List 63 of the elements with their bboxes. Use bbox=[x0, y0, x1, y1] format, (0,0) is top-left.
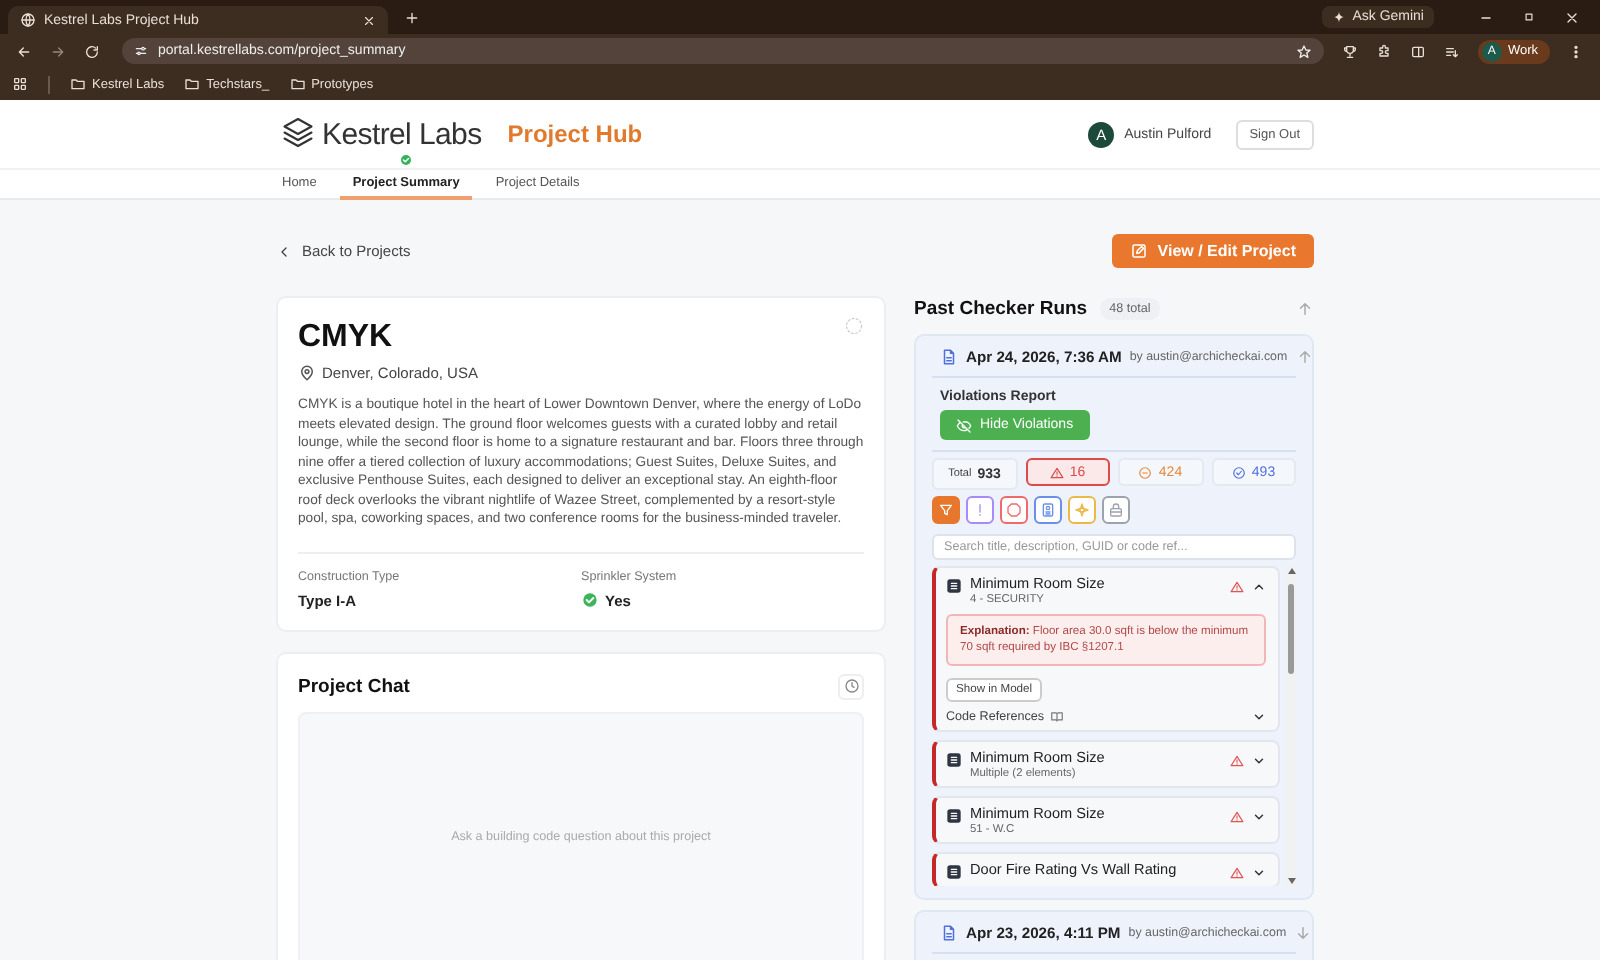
warning-icon bbox=[1049, 465, 1064, 479]
chevron-up-icon[interactable] bbox=[1252, 580, 1266, 594]
status-check-icon bbox=[400, 154, 413, 166]
hexagon-stack-logo bbox=[280, 116, 316, 152]
eye-off-icon bbox=[956, 417, 972, 433]
list-icon[interactable] bbox=[1443, 43, 1460, 59]
restore-icon[interactable] bbox=[1522, 10, 1536, 24]
warning-icon bbox=[1230, 754, 1244, 768]
book-icon bbox=[1050, 710, 1065, 724]
category-filter[interactable] bbox=[966, 496, 994, 524]
warning-icon bbox=[1230, 580, 1244, 594]
chevron-down-icon[interactable] bbox=[1252, 810, 1266, 824]
folder-icon bbox=[289, 76, 306, 92]
chevron-left-icon bbox=[276, 243, 292, 259]
forward-icon[interactable] bbox=[50, 43, 66, 59]
panel-title: Past Checker Runs bbox=[914, 298, 1088, 320]
warning-icon bbox=[1230, 866, 1244, 880]
diamond-star-icon bbox=[1074, 502, 1090, 518]
tune-icon bbox=[134, 44, 148, 58]
chevron-down-icon[interactable] bbox=[1252, 710, 1266, 724]
chevron-down-icon[interactable] bbox=[1252, 754, 1266, 768]
sparkle-icon bbox=[1332, 10, 1347, 24]
history-button[interactable] bbox=[838, 673, 864, 699]
document-icon bbox=[940, 348, 958, 366]
check-circle-icon bbox=[1231, 465, 1246, 479]
block-icon bbox=[946, 864, 962, 880]
warning-icon bbox=[1230, 810, 1244, 824]
category-filter[interactable] bbox=[1034, 496, 1062, 524]
loading-icon bbox=[844, 316, 864, 336]
globe-icon bbox=[20, 12, 36, 28]
lock-icon bbox=[1108, 502, 1124, 518]
back-icon[interactable] bbox=[16, 43, 32, 59]
apps-icon[interactable] bbox=[12, 76, 28, 92]
close-icon[interactable] bbox=[362, 13, 376, 27]
chat-title: Project Chat bbox=[298, 675, 410, 697]
reload-icon[interactable] bbox=[84, 43, 100, 59]
panel-icon[interactable] bbox=[1409, 43, 1426, 59]
puzzle-icon[interactable] bbox=[1375, 43, 1392, 59]
clock-icon bbox=[843, 678, 859, 694]
category-filter[interactable] bbox=[932, 496, 960, 524]
document-icon bbox=[940, 924, 958, 942]
minus-circle-icon bbox=[1138, 465, 1153, 479]
id-badge-icon bbox=[1040, 502, 1056, 518]
block-icon bbox=[946, 752, 962, 768]
block-icon bbox=[946, 578, 962, 594]
location-pin-icon bbox=[298, 364, 316, 382]
close-icon[interactable] bbox=[1564, 9, 1580, 25]
folder-icon bbox=[184, 76, 201, 92]
funnel-icon bbox=[938, 502, 954, 518]
folder-icon bbox=[70, 76, 86, 92]
chevron-down-icon[interactable] bbox=[1252, 866, 1266, 880]
menu-icon[interactable] bbox=[1568, 43, 1584, 59]
app-title: Project Hub bbox=[507, 120, 643, 148]
star-icon[interactable] bbox=[1295, 43, 1312, 59]
plus-icon[interactable] bbox=[404, 9, 420, 25]
project-name: CMYK bbox=[298, 320, 393, 356]
cup-icon[interactable] bbox=[1341, 43, 1358, 59]
edit-icon bbox=[1129, 242, 1148, 260]
brand-name: Kestrel Labs bbox=[322, 117, 482, 151]
block-icon bbox=[946, 808, 962, 824]
check-circle-icon bbox=[581, 592, 597, 608]
category-filter[interactable] bbox=[1000, 496, 1028, 524]
octagon-icon bbox=[1006, 502, 1022, 518]
